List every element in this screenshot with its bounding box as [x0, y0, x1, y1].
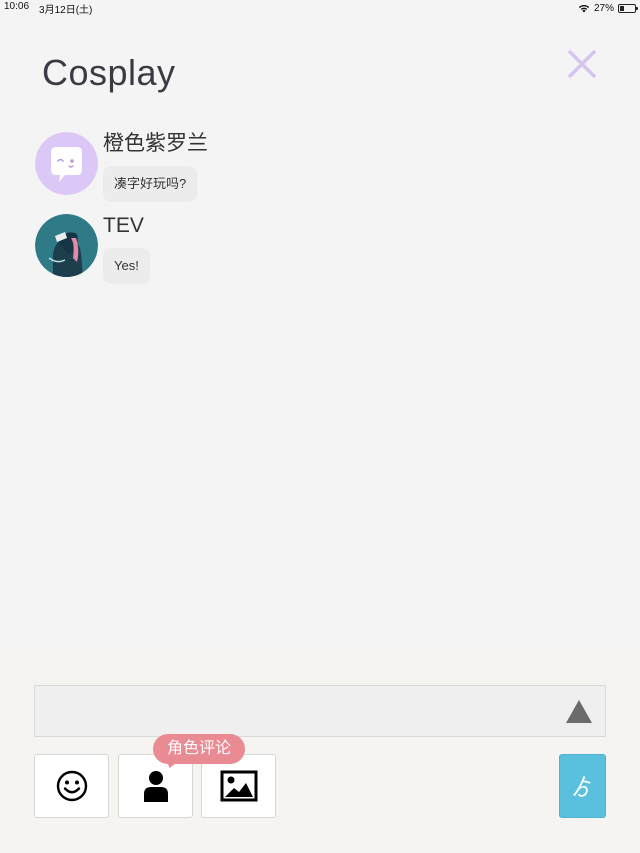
message-sender: TEV	[103, 214, 144, 237]
speech-bubble-face-avatar	[35, 132, 98, 195]
smiley-icon	[56, 770, 87, 802]
comment-input[interactable]	[35, 686, 555, 736]
message-bubble: 凑字好玩吗?	[103, 166, 198, 202]
battery-fill	[620, 5, 624, 11]
emoji-button[interactable]	[34, 754, 109, 818]
status-time: 10:06	[4, 0, 30, 12]
status-bar: 10:06 3月12日(土) 27%	[0, 0, 640, 16]
message-item: TEV Yes!	[35, 214, 150, 284]
composer-panel	[0, 650, 640, 853]
wifi-icon	[578, 4, 590, 12]
battery-percent: 27%	[593, 2, 614, 14]
send-button[interactable]: ゟ	[559, 754, 606, 818]
triangle-up-icon	[566, 700, 592, 723]
comment-input-box	[34, 685, 606, 737]
avatar[interactable]	[35, 214, 98, 277]
person-icon	[143, 771, 168, 802]
message-bubble: Yes!	[103, 248, 150, 284]
illustrated-character-avatar	[35, 214, 98, 277]
close-button[interactable]	[564, 46, 600, 82]
expand-button[interactable]	[565, 698, 593, 724]
message-sender: 橙色紫罗兰	[103, 132, 208, 155]
message-item: 橙色紫罗兰 凑字好玩吗?	[35, 132, 208, 202]
tooltip-tail	[163, 760, 181, 768]
battery-icon	[618, 3, 638, 13]
avatar[interactable]	[35, 132, 98, 195]
picture-icon	[220, 770, 257, 802]
status-date: 3月12日(土)	[39, 4, 93, 16]
page-title: Cosplay	[42, 52, 176, 93]
close-icon	[568, 50, 596, 78]
